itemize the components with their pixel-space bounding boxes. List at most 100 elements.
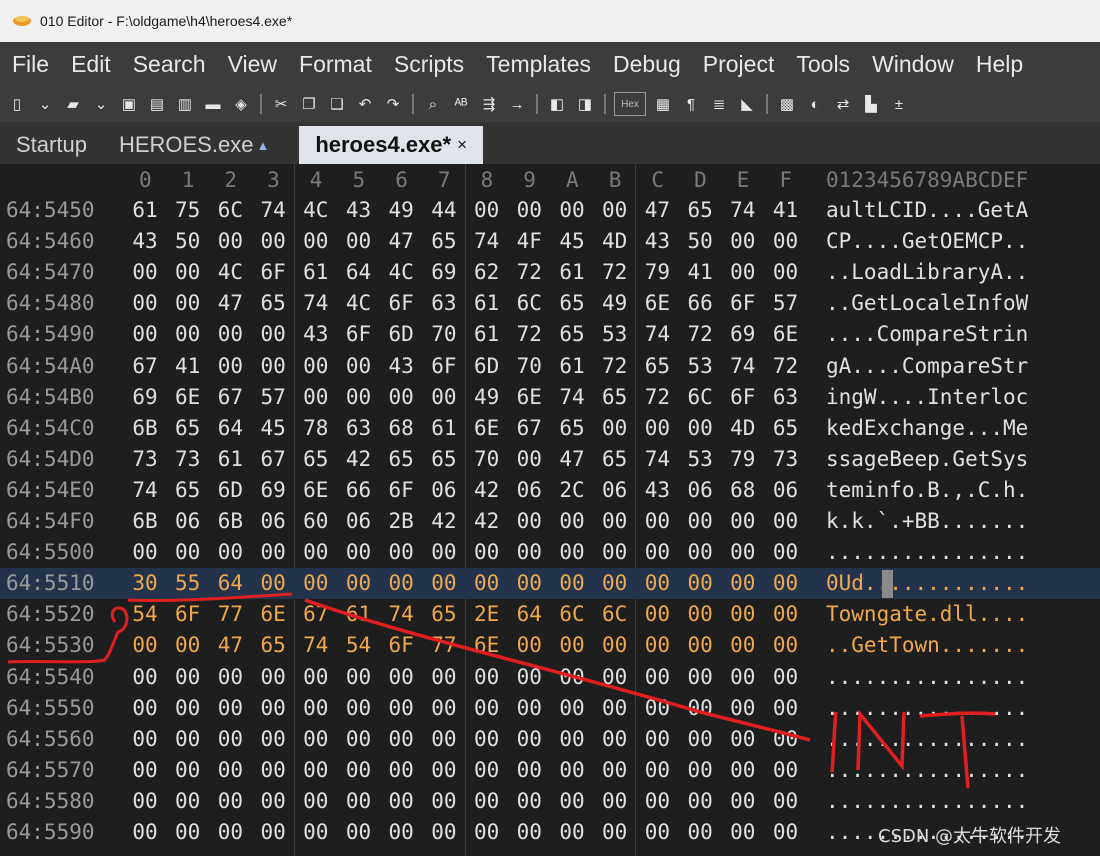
copy-icon[interactable]: ❐ (298, 93, 320, 115)
ascii-text[interactable]: aultLCID....GetA (826, 195, 1028, 226)
hex-byte[interactable]: 65 (381, 444, 421, 475)
hex-byte[interactable]: 53 (680, 351, 720, 382)
hex-byte[interactable]: 61 (125, 195, 165, 226)
hex-byte[interactable]: 00 (168, 288, 208, 319)
hex-byte[interactable]: 00 (339, 662, 379, 693)
hex-row[interactable]: 64:5480 00 00 47 65 74 4C 6F 63 61 6C 65 49 6E 66 6F 57.… (0, 288, 1100, 319)
hex-byte[interactable]: 00 (680, 724, 720, 755)
hex-byte[interactable]: 00 (424, 693, 464, 724)
hex-byte[interactable]: 06 (509, 475, 549, 506)
hex-byte[interactable]: 00 (339, 786, 379, 817)
hex-byte[interactable]: 00 (552, 755, 592, 786)
ascii-text[interactable]: ingW....Interloc (826, 382, 1028, 413)
hex-byte[interactable]: 00 (467, 817, 507, 848)
hex-byte[interactable]: 63 (424, 288, 464, 319)
hex-byte[interactable]: 00 (253, 662, 293, 693)
hex-byte[interactable]: 49 (381, 195, 421, 226)
hex-byte[interactable]: 65 (552, 319, 592, 350)
hex-byte[interactable]: 00 (467, 693, 507, 724)
menu-templates[interactable]: Templates (474, 42, 601, 86)
hex-byte[interactable]: 00 (253, 817, 293, 848)
hex-byte[interactable]: 65 (424, 226, 464, 257)
hex-byte[interactable]: 06 (424, 475, 464, 506)
hex-byte[interactable]: 6E (637, 288, 677, 319)
hex-byte[interactable]: 72 (595, 257, 635, 288)
hex-byte[interactable]: 00 (680, 506, 720, 537)
checksum-icon[interactable]: ± (888, 93, 910, 115)
hex-byte[interactable]: 6C (595, 599, 635, 630)
ascii-text[interactable]: ................ (826, 537, 1028, 568)
hex-byte[interactable]: 74 (552, 382, 592, 413)
hex-byte[interactable]: 69 (723, 319, 763, 350)
histogram-icon[interactable]: ▙ (860, 93, 882, 115)
hex-byte[interactable]: 00 (595, 786, 635, 817)
hex-byte[interactable]: 45 (552, 226, 592, 257)
hex-byte[interactable]: 65 (595, 444, 635, 475)
hex-byte[interactable]: 00 (723, 226, 763, 257)
hex-byte[interactable]: 00 (424, 662, 464, 693)
hex-byte[interactable]: 78 (296, 413, 336, 444)
hex-byte[interactable]: 00 (637, 693, 677, 724)
menu-view[interactable]: View (216, 42, 287, 86)
hex-byte[interactable]: 4D (595, 226, 635, 257)
hex-byte[interactable]: 60 (296, 506, 336, 537)
hex-byte[interactable]: 49 (595, 288, 635, 319)
hex-byte[interactable]: 00 (168, 817, 208, 848)
hex-row[interactable]: 64:5580 00 00 00 00 00 00 00 00 00 00 00 00 00 00 00 00.… (0, 786, 1100, 817)
hex-byte[interactable]: 63 (339, 413, 379, 444)
replace-icon[interactable]: ᴬᴮ (450, 93, 472, 115)
ascii-text[interactable]: ..GetLocaleInfoW (826, 288, 1028, 319)
hex-row[interactable]: 64:5500 00 00 00 00 00 00 00 00 00 00 00 00 00 00 00 00.… (0, 537, 1100, 568)
hex-byte[interactable]: 65 (766, 413, 806, 444)
hex-byte[interactable]: 70 (509, 351, 549, 382)
hex-byte[interactable]: 75 (168, 195, 208, 226)
hex-byte[interactable]: 00 (424, 537, 464, 568)
hex-byte[interactable]: 66 (339, 475, 379, 506)
hex-byte[interactable]: 00 (595, 817, 635, 848)
hex-byte[interactable]: 64 (339, 257, 379, 288)
hex-byte[interactable]: 00 (595, 662, 635, 693)
hex-byte[interactable]: 00 (509, 662, 549, 693)
hex-byte[interactable]: 00 (253, 724, 293, 755)
hex-byte[interactable]: 4C (296, 195, 336, 226)
hex-byte[interactable]: 00 (125, 537, 165, 568)
hex-byte[interactable]: 6D (467, 351, 507, 382)
hex-byte[interactable]: 00 (210, 537, 250, 568)
hex-byte[interactable]: 47 (552, 444, 592, 475)
hex-byte[interactable]: 69 (253, 475, 293, 506)
menu-tools[interactable]: Tools (784, 42, 860, 86)
ascii-text[interactable]: gA....CompareStr (826, 351, 1028, 382)
hex-byte[interactable]: 65 (424, 599, 464, 630)
hex-byte[interactable]: 00 (339, 351, 379, 382)
hex-byte[interactable]: 00 (210, 662, 250, 693)
hex-byte[interactable]: 00 (381, 693, 421, 724)
hex-row[interactable]: 64:5540 00 00 00 00 00 00 00 00 00 00 00 00 00 00 00 00.… (0, 662, 1100, 693)
hex-byte[interactable]: 6C (680, 382, 720, 413)
hex-byte[interactable]: 00 (381, 724, 421, 755)
hex-byte[interactable]: 6E (296, 475, 336, 506)
hex-byte[interactable]: 6B (125, 413, 165, 444)
hex-byte[interactable]: 72 (637, 382, 677, 413)
hex-byte[interactable]: 00 (595, 693, 635, 724)
hex-byte[interactable]: 42 (339, 444, 379, 475)
hex-row[interactable]: 64:5530 00 00 47 65 74 54 6F 77 6E 00 00 00 00 00 00 00.… (0, 630, 1100, 661)
hex-byte[interactable]: 00 (595, 537, 635, 568)
hex-byte[interactable]: 00 (168, 537, 208, 568)
hex-byte[interactable]: 00 (595, 755, 635, 786)
hex-row[interactable]: 64:5490 00 00 00 00 43 6F 6D 70 61 72 65 53 74 72 69 6E.… (0, 319, 1100, 350)
workspace-icon[interactable]: ◈ (230, 93, 252, 115)
ascii-text[interactable]: ..GetTown....... (826, 630, 1028, 661)
hex-byte[interactable]: 06 (766, 475, 806, 506)
hex-byte[interactable]: 00 (253, 755, 293, 786)
hex-byte[interactable]: 00 (766, 537, 806, 568)
undo-icon[interactable]: ↶ (354, 93, 376, 115)
hex-byte[interactable]: 00 (766, 506, 806, 537)
hex-byte[interactable]: 00 (168, 786, 208, 817)
hex-byte[interactable]: 00 (552, 693, 592, 724)
hex-byte[interactable]: 06 (595, 475, 635, 506)
menu-scripts[interactable]: Scripts (382, 42, 474, 86)
hex-byte[interactable]: 00 (296, 537, 336, 568)
hex-byte[interactable]: 42 (467, 506, 507, 537)
hex-byte[interactable]: 00 (339, 724, 379, 755)
hex-byte[interactable]: 74 (637, 319, 677, 350)
